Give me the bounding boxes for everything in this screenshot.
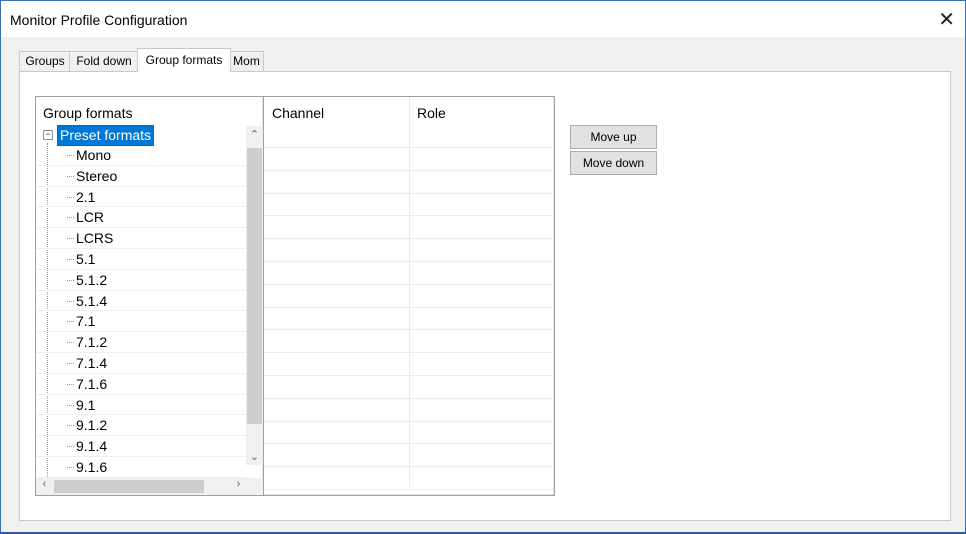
tree-connector xyxy=(67,342,74,344)
tree-connector xyxy=(67,321,74,323)
tree-connector xyxy=(67,279,74,281)
tree-connector xyxy=(67,446,74,448)
tree-connector xyxy=(67,258,74,260)
horizontal-scrollbar[interactable]: ‹ › xyxy=(36,478,247,495)
table-row-separator xyxy=(264,306,552,308)
tree-item[interactable]: 9.1 xyxy=(36,395,247,416)
table-row-separator xyxy=(264,352,552,354)
tree-item-label: 7.1.4 xyxy=(76,354,108,371)
column-divider xyxy=(409,97,410,487)
tree-connector xyxy=(67,155,74,156)
table-row-separator xyxy=(264,169,552,171)
tree-connector xyxy=(67,404,74,406)
tree-item[interactable]: 2.1 xyxy=(36,187,247,208)
vertical-scrollbar[interactable]: ⌃ ⌄ xyxy=(246,126,263,465)
tab-panel: Group formats − Preset formats Mono Stere… xyxy=(19,71,951,521)
table-row-separator xyxy=(264,329,552,331)
table-row-separator xyxy=(264,192,552,194)
move-down-button[interactable]: Move down xyxy=(570,151,657,175)
channel-role-table[interactable]: Channel Role xyxy=(263,96,555,496)
tree-item-label: LCR xyxy=(76,209,105,226)
right-arrow-icon[interactable]: › xyxy=(230,478,247,490)
tree-item[interactable]: LCR xyxy=(36,207,247,229)
tree-item[interactable]: 5.1 xyxy=(36,249,247,270)
tab-group-formats[interactable]: Group formats xyxy=(137,48,231,72)
tree-item[interactable]: 9.1.6 xyxy=(36,457,247,478)
tree-item-label: LCRS xyxy=(76,230,114,247)
up-arrow-icon[interactable]: ⌃ xyxy=(246,128,263,141)
tree-item-label: 7.1.6 xyxy=(76,375,108,392)
tree-item-label: Stereo xyxy=(76,167,118,184)
tree-header: Group formats xyxy=(43,105,133,121)
tree-item[interactable]: Stereo xyxy=(36,166,247,187)
table-row-separator xyxy=(264,283,552,285)
down-arrow-icon[interactable]: ⌄ xyxy=(246,450,263,463)
tab-mom[interactable]: Mom xyxy=(229,51,264,71)
tree-connector xyxy=(67,383,74,385)
tree-item-label: Mono xyxy=(76,147,112,163)
close-icon[interactable]: ✕ xyxy=(938,7,955,32)
tree-item-label: 2.1 xyxy=(76,188,96,205)
tree-connector xyxy=(67,196,74,198)
horizontal-scroll-thumb[interactable] xyxy=(54,480,204,493)
vertical-scroll-thumb[interactable] xyxy=(247,148,262,424)
window-title: Monitor Profile Configuration xyxy=(10,12,188,28)
tree-item-label: 5.1.4 xyxy=(76,292,108,309)
tree-item-label: 5.1.2 xyxy=(76,271,108,288)
tree-items: Mono Stereo 2.1 LCR LCRS 5.1 5.1.2 5.1.4 7.1 7.1.… xyxy=(36,145,247,478)
move-up-button[interactable]: Move up xyxy=(570,125,657,149)
tree-connector xyxy=(67,217,74,219)
tree-node-label[interactable]: Preset formats xyxy=(57,125,155,146)
tree-item[interactable]: 5.1.4 xyxy=(36,291,247,312)
tree-connector xyxy=(67,238,74,240)
table-row-separator xyxy=(264,261,552,262)
tree-connector xyxy=(67,300,74,302)
tree-item[interactable]: 7.1.2 xyxy=(36,332,247,353)
table-row-separator xyxy=(264,466,552,468)
tree-item[interactable]: 7.1 xyxy=(36,311,247,333)
tree-item[interactable]: 9.1.2 xyxy=(36,415,247,437)
tab-fold-down[interactable]: Fold down xyxy=(69,51,139,71)
column-header-channel[interactable]: Channel xyxy=(272,105,324,121)
tree-connector xyxy=(67,425,74,427)
tree-connector xyxy=(67,466,74,468)
tree-item-label: 9.1 xyxy=(76,396,96,413)
tree-connector xyxy=(67,175,74,177)
tree-item-label: 5.1 xyxy=(76,250,96,267)
tree-item-label: 9.1.4 xyxy=(76,438,108,455)
tree-item[interactable]: 5.1.2 xyxy=(36,270,247,291)
table-row-separator xyxy=(264,375,552,376)
scroll-corner xyxy=(246,478,263,495)
dialog-window: Monitor Profile Configuration ✕ Groups F… xyxy=(0,0,966,534)
tree-item-label: 9.1.6 xyxy=(76,458,108,475)
tree-item[interactable]: Mono xyxy=(36,145,247,166)
table-row-separator xyxy=(264,489,552,490)
tree-item[interactable]: 7.1.6 xyxy=(36,374,247,395)
table-row-separator xyxy=(264,215,552,217)
table-row-separator xyxy=(264,397,552,399)
table-row-separator xyxy=(264,443,552,445)
tree-connector xyxy=(67,362,74,364)
left-arrow-icon[interactable]: ‹ xyxy=(36,478,53,490)
tree-item[interactable]: LCRS xyxy=(36,228,247,249)
tree-item-label: 7.1.2 xyxy=(76,334,108,351)
table-row-separator xyxy=(264,238,552,240)
title-bar: Monitor Profile Configuration ✕ xyxy=(1,1,965,37)
tab-groups[interactable]: Groups xyxy=(19,51,71,71)
group-formats-tree[interactable]: Group formats − Preset formats Mono Stere… xyxy=(35,96,264,496)
tree-item[interactable]: 9.1.4 xyxy=(36,436,247,457)
table-row-separator xyxy=(264,147,552,148)
collapse-icon[interactable]: − xyxy=(43,130,53,140)
tree-item[interactable]: 7.1.4 xyxy=(36,353,247,374)
tree-item-label: 9.1.2 xyxy=(76,417,108,434)
column-header-role[interactable]: Role xyxy=(417,105,446,121)
tree-item-label: 7.1 xyxy=(76,313,96,330)
table-row-separator xyxy=(264,420,552,422)
